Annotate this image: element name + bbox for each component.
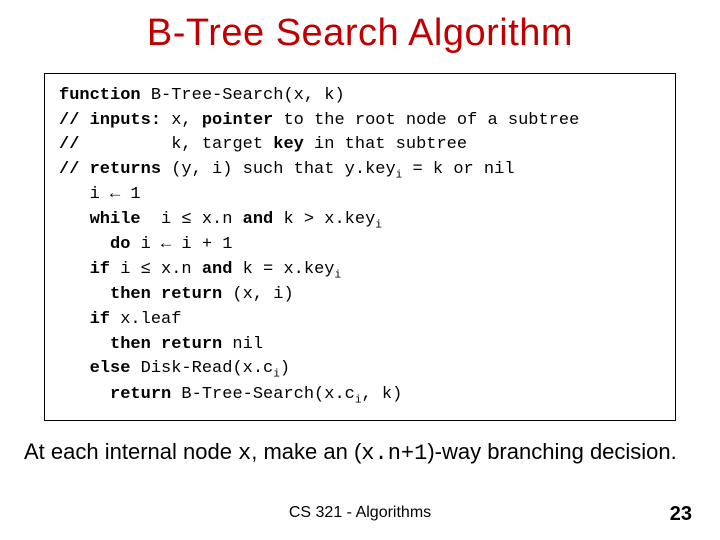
kw-do: do — [110, 235, 130, 254]
code-indent — [59, 285, 110, 304]
subscript-i: i — [273, 369, 280, 381]
code-line: if x.leaf — [59, 308, 661, 333]
kw-and: and — [202, 260, 233, 279]
subscript-i: i — [375, 219, 382, 231]
code-line: do i ← i + 1 — [59, 233, 661, 258]
code-line: return B-Tree-Search(x.ci, k) — [59, 383, 661, 408]
code-text: nil — [222, 335, 263, 354]
slide-title: B-Tree Search Algorithm — [0, 0, 720, 55]
code-text: , k) — [362, 385, 403, 404]
code-text: i ← 1 — [59, 185, 141, 204]
code-text: B-Tree-Search(x, k) — [141, 86, 345, 105]
code-line: function B-Tree-Search(x, k) — [59, 84, 661, 109]
code-indent — [59, 385, 110, 404]
code-indent — [59, 335, 110, 354]
code-text: B-Tree-Search(x.c — [171, 385, 355, 404]
code-text: = k or nil — [402, 160, 514, 179]
kw-if: if — [90, 310, 110, 329]
caption-text: )-way branching decision. — [427, 439, 676, 464]
subscript-i: i — [355, 394, 362, 406]
page-number: 23 — [670, 503, 692, 526]
code-text: k = x.key — [232, 260, 334, 279]
kw-while: while — [90, 210, 141, 229]
kw-function: function — [59, 86, 141, 105]
caption-text: , make an ( — [251, 439, 361, 464]
kw-pointer: pointer — [202, 111, 273, 130]
code-text: x.leaf — [110, 310, 181, 329]
kw-returns: // returns — [59, 160, 161, 179]
code-line: else Disk-Read(x.ci) — [59, 357, 661, 382]
kw-inputs: // inputs: — [59, 111, 161, 130]
code-line: while i ≤ x.n and k > x.keyi — [59, 208, 661, 233]
code-line: then return nil — [59, 333, 661, 358]
caption-expr: x.n+1 — [361, 441, 427, 466]
code-indent — [59, 210, 90, 229]
kw-then-return: then return — [110, 285, 222, 304]
code-line: // returns (y, i) such that y.keyi = k o… — [59, 158, 661, 183]
code-text: (y, i) such that y.key — [161, 160, 396, 179]
code-text: in that subtree — [304, 135, 467, 154]
kw-else: else — [90, 359, 131, 378]
code-text: Disk-Read(x.c — [130, 359, 273, 378]
code-indent — [59, 235, 110, 254]
code-line: // inputs: x, pointer to the root node o… — [59, 109, 661, 134]
caption: At each internal node x, make an (x.n+1)… — [24, 439, 696, 466]
code-text: x, — [161, 111, 202, 130]
code-indent — [59, 310, 90, 329]
caption-var-x: x — [238, 441, 251, 466]
kw-key: key — [273, 135, 304, 154]
code-line: i ← 1 — [59, 183, 661, 208]
kw-if: if — [90, 260, 110, 279]
code-line: if i ≤ x.n and k = x.keyi — [59, 258, 661, 283]
caption-text: At each internal node — [24, 439, 238, 464]
kw-and: and — [243, 210, 274, 229]
kw-indent: // — [59, 135, 161, 154]
code-text: i ← i + 1 — [130, 235, 232, 254]
code-line: // k, target key in that subtree — [59, 133, 661, 158]
code-text: i ≤ x.n — [110, 260, 202, 279]
code-text: to the root node of a subtree — [273, 111, 579, 130]
kw-then-return: then return — [110, 335, 222, 354]
code-text: ) — [280, 359, 290, 378]
subscript-i: i — [334, 269, 341, 281]
kw-return: return — [110, 385, 171, 404]
code-text: k > x.key — [273, 210, 375, 229]
code-text: k, target — [161, 135, 273, 154]
footer-course: CS 321 - Algorithms — [0, 504, 720, 522]
code-line: then return (x, i) — [59, 283, 661, 308]
algorithm-code-box: function B-Tree-Search(x, k) // inputs: … — [44, 73, 676, 421]
code-indent — [59, 260, 90, 279]
code-text: i ≤ x.n — [141, 210, 243, 229]
code-text: (x, i) — [222, 285, 293, 304]
code-indent — [59, 359, 90, 378]
